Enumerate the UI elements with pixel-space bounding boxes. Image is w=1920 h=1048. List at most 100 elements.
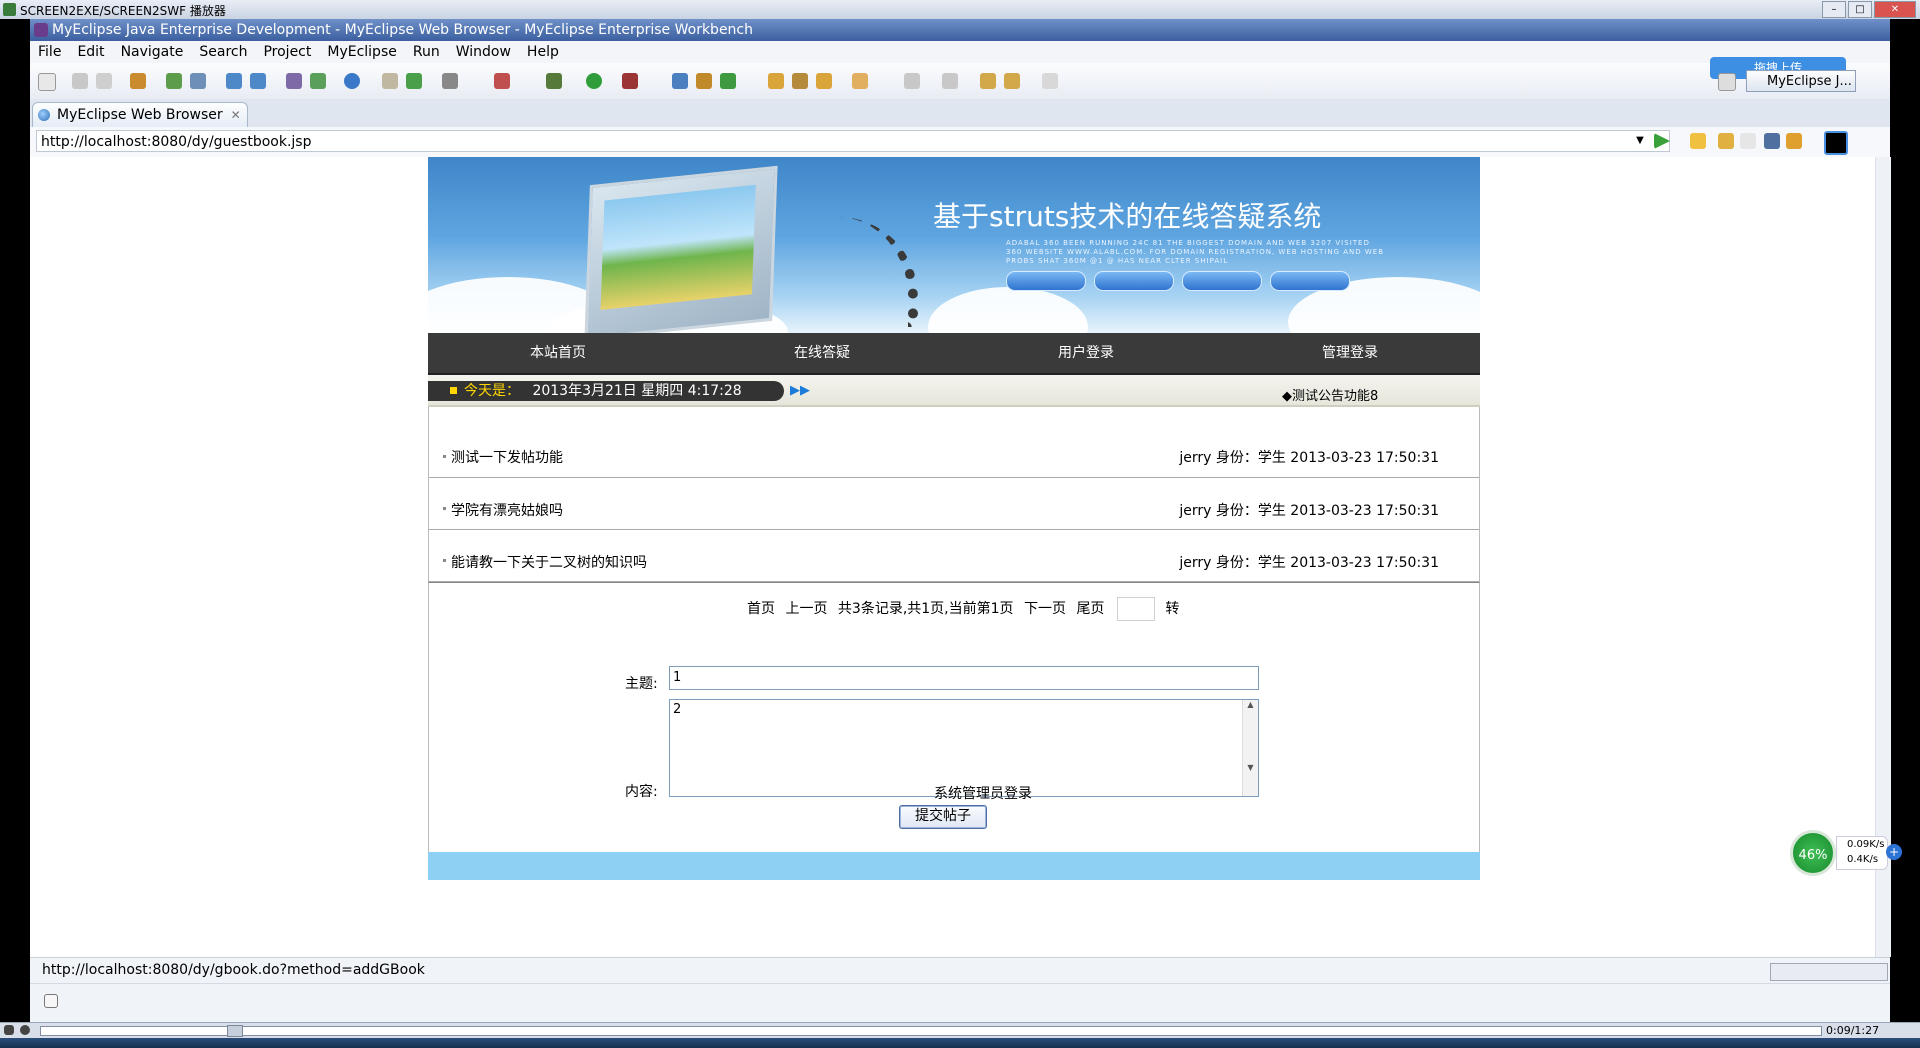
maximize-icon[interactable]: □	[1848, 1, 1872, 18]
page-jump-input[interactable]	[1116, 597, 1155, 621]
bullet-icon	[443, 507, 446, 510]
external-tools-icon[interactable]	[622, 73, 638, 89]
banner-pill-button[interactable]	[1182, 271, 1262, 291]
footer-band	[428, 852, 1480, 880]
tools-icon[interactable]	[494, 73, 510, 89]
last-edit-icon[interactable]	[980, 73, 996, 89]
menu-search[interactable]: Search	[191, 41, 255, 63]
deploy-icon[interactable]	[226, 73, 242, 89]
fast-view-icon[interactable]	[44, 994, 58, 1008]
debug-icon[interactable]	[546, 73, 562, 89]
tab-web-browser[interactable]: MyEclipse Web Browser ✕	[32, 102, 248, 128]
menu-project[interactable]: Project	[255, 41, 319, 63]
status-bar: http://localhost:8080/dy/gbook.do?method…	[30, 957, 1890, 984]
post-subject[interactable]: 学院有漂亮姑娘吗	[451, 500, 563, 520]
undeploy-icon[interactable]	[250, 73, 266, 89]
menu-help[interactable]: Help	[519, 41, 567, 63]
net-stats: 0.09K/s 0.4K/s	[1836, 836, 1888, 870]
notice-marquee[interactable]: ◆测试公告功能8	[1282, 385, 1378, 404]
refresh-icon[interactable]	[406, 73, 422, 89]
refresh-project-icon[interactable]	[720, 73, 736, 89]
prev-annotation-icon[interactable]	[942, 73, 958, 89]
admin-login-link[interactable]: 系统管理员登录	[934, 783, 1032, 803]
list-item[interactable]: 能请教一下关于二叉树的知识吗 jerry 身份：学生 2013-03-23 17…	[429, 530, 1479, 582]
textarea-scrollbar[interactable]: ▲ ▼	[1242, 700, 1258, 796]
nav-home[interactable]: 本站首页	[530, 333, 586, 373]
menu-edit[interactable]: Edit	[69, 41, 112, 63]
stop-icon[interactable]	[20, 1025, 30, 1035]
list-item[interactable]: 学院有漂亮姑娘吗 jerry 身份：学生 2013-03-23 17:50:31	[429, 478, 1479, 530]
favorites-icon[interactable]	[1690, 133, 1706, 149]
open-file-icon[interactable]	[816, 73, 832, 89]
nav-user-login[interactable]: 用户登录	[1058, 333, 1114, 373]
submit-post-button[interactable]: 提交帖子	[899, 805, 987, 829]
stairs-image	[758, 217, 918, 327]
menu-window[interactable]: Window	[448, 41, 519, 63]
pager-next[interactable]: 下一页	[1024, 601, 1066, 617]
browser-options-icon[interactable]	[1824, 131, 1848, 155]
perspective-button[interactable]: MyEclipse J...	[1746, 70, 1856, 92]
open-perspective-icon[interactable]	[1718, 73, 1736, 91]
nav-qa[interactable]: 在线答疑	[794, 333, 850, 373]
list-item[interactable]: 测试一下发帖功能 jerry 身份：学生 2013-03-23 17:50:31	[429, 407, 1479, 478]
screenshot-icon[interactable]	[442, 73, 458, 89]
menu-myeclipse[interactable]: MyEclipse	[319, 41, 404, 63]
run-icon[interactable]	[586, 73, 602, 89]
tab-close-icon[interactable]: ✕	[231, 103, 241, 127]
debug-server-icon[interactable]	[166, 73, 182, 89]
date-value: 2013年3月21日 星期四 4:17:28	[532, 383, 742, 399]
bullet-icon	[443, 559, 446, 562]
new-web-icon[interactable]	[310, 73, 326, 89]
post-subject[interactable]: 能请教一下关于二叉树的知识吗	[451, 552, 647, 572]
url-dropdown-icon[interactable]: ▼	[1630, 130, 1650, 152]
pager-prev[interactable]: 上一页	[785, 601, 827, 617]
browser-back-icon[interactable]	[1718, 133, 1734, 149]
open-type-icon[interactable]	[382, 73, 398, 89]
nav-admin-login[interactable]: 管理登录	[1322, 333, 1378, 373]
menu-file[interactable]: File	[30, 41, 69, 63]
menu-run[interactable]: Run	[405, 41, 448, 63]
stop-icon[interactable]	[1764, 133, 1780, 149]
print-icon[interactable]	[96, 73, 112, 89]
browser-refresh-icon[interactable]	[1786, 133, 1802, 149]
date-bar: 今天是： 2013年3月21日 星期四 4:17:28 ▶▶ ◆测试公告功能8	[428, 375, 1480, 407]
pager-first[interactable]: 首页	[747, 601, 775, 617]
open-folder-icon[interactable]	[768, 73, 784, 89]
new-icon[interactable]	[38, 73, 56, 91]
save-icon[interactable]	[72, 73, 88, 89]
edit-icon[interactable]	[792, 73, 808, 89]
next-annotation-icon[interactable]	[904, 73, 920, 89]
seek-thumb[interactable]	[227, 1025, 243, 1037]
server-icon[interactable]	[190, 73, 206, 89]
post-subject[interactable]: 测试一下发帖功能	[451, 447, 563, 467]
banner-pill-button[interactable]	[1094, 271, 1174, 291]
new-class-icon[interactable]	[672, 73, 688, 89]
pager-last[interactable]: 尾页	[1076, 601, 1104, 617]
menu-navigate[interactable]: Navigate	[113, 41, 192, 63]
browser-forward-icon[interactable]	[1740, 133, 1756, 149]
player-title: SCREEN2EXE/SCREEN2SWF 播放器	[20, 4, 226, 18]
seek-bar[interactable]	[40, 1025, 1822, 1037]
wizard-icon[interactable]	[286, 73, 302, 89]
net-speed-widget[interactable]: 46% 0.09K/s 0.4K/s +	[1790, 830, 1902, 876]
pause-icon[interactable]	[4, 1025, 14, 1035]
back-icon[interactable]	[1004, 73, 1020, 89]
site-banner: 基于struts技术的在线答疑系统 ADABAL 360 BEEN RUNNIN…	[428, 157, 1480, 333]
new-package-icon[interactable]	[696, 73, 712, 89]
folder-icon[interactable]	[852, 73, 868, 89]
site-nav: 本站首页 在线答疑 用户登录 管理登录	[428, 333, 1480, 375]
pager-go[interactable]: 转	[1165, 601, 1179, 617]
banner-subtext: ADABAL 360 BEEN RUNNING 24C 81 THE BIGGE…	[1006, 239, 1385, 265]
post-list: 测试一下发帖功能 jerry 身份：学生 2013-03-23 17:50:31…	[428, 407, 1480, 582]
banner-pill-button[interactable]	[1006, 271, 1086, 291]
url-input[interactable]: http://localhost:8080/dy/guestbook.jsp	[36, 130, 1670, 152]
subject-input[interactable]: 1	[669, 666, 1259, 690]
minimize-icon[interactable]: –	[1822, 1, 1846, 18]
forward-icon[interactable]	[1042, 73, 1058, 89]
close-icon[interactable]: ✕	[1874, 1, 1916, 18]
browser-icon[interactable]	[344, 73, 360, 89]
package-icon[interactable]	[130, 73, 146, 89]
pagination: 首页 上一页 共3条记录,共1页,当前第1页 下一页 尾页 转	[747, 597, 1185, 621]
banner-pill-button[interactable]	[1270, 271, 1350, 291]
plus-icon[interactable]: +	[1886, 844, 1902, 860]
